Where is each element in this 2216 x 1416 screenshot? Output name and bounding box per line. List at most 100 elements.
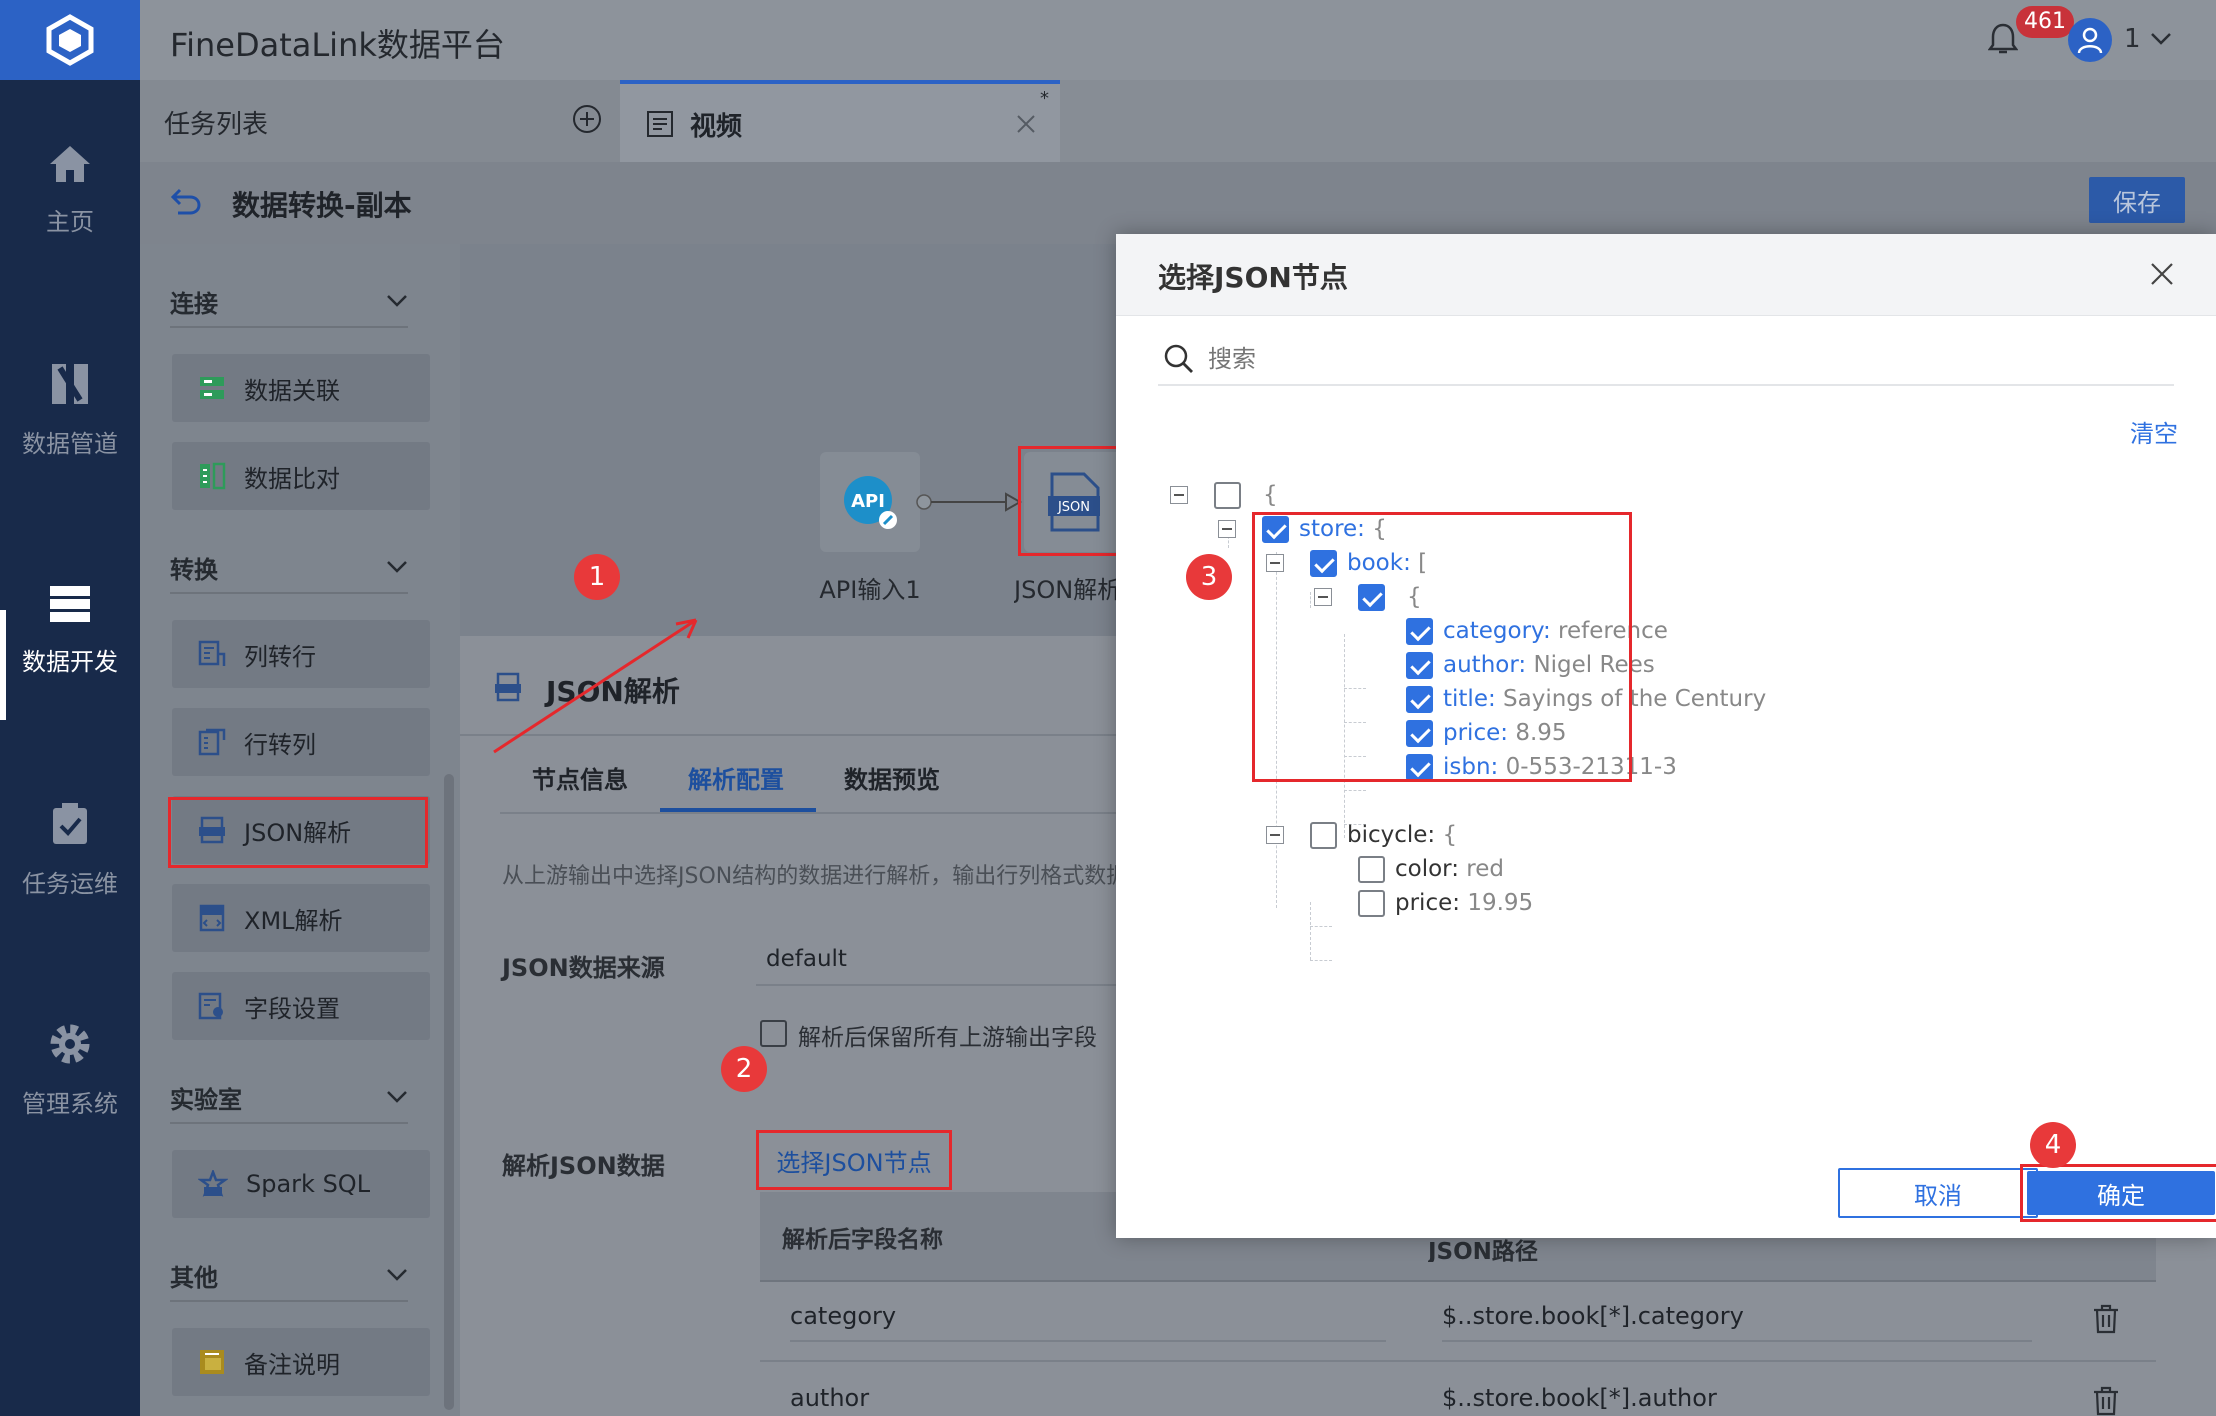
group-label: 实验室 <box>170 1085 242 1114</box>
save-button[interactable]: 保存 <box>2089 177 2185 223</box>
plus-circle-icon[interactable] <box>572 104 602 134</box>
logo[interactable] <box>0 0 140 80</box>
tree-node-field[interactable]: color: red <box>1358 852 1504 886</box>
clear-button[interactable]: 清空 <box>2130 414 2178 449</box>
node-bracket: { <box>1263 482 1278 508</box>
tree-node-field[interactable]: price: 19.95 <box>1358 886 1533 920</box>
spark-sql-icon <box>198 1170 228 1197</box>
tab-task-list[interactable]: 任务列表 <box>140 80 620 162</box>
gear-icon <box>50 1024 90 1063</box>
table-cell-path[interactable]: $..store.book[*].author <box>1442 1384 1717 1412</box>
nav-admin[interactable]: 管理系统 <box>0 960 140 1180</box>
tab-node-info[interactable]: 节点信息 <box>532 760 628 795</box>
close-icon[interactable] <box>1016 114 1036 134</box>
column-header: 解析后字段名称 <box>782 1227 943 1253</box>
node-api-input[interactable]: API <box>820 452 920 552</box>
sidebar-scrollbar[interactable] <box>444 774 454 1410</box>
step-marker: 2 <box>721 1046 767 1092</box>
trash-icon[interactable] <box>2092 1304 2120 1334</box>
column-to-row-icon <box>198 640 226 666</box>
chevron-down-icon <box>387 295 407 307</box>
checkbox[interactable] <box>1310 821 1337 849</box>
table-cell-name[interactable]: category <box>790 1302 896 1330</box>
table-header-rest <box>1116 1238 2156 1280</box>
back-arrow-icon[interactable] <box>170 186 202 216</box>
nav-home[interactable]: 主页 <box>0 80 140 300</box>
sidebar-item-notes[interactable]: 备注说明 <box>172 1328 430 1396</box>
sidebar-item-label: Spark SQL <box>246 1170 371 1198</box>
highlight-confirm: 确定 <box>2020 1164 2216 1222</box>
node-value: 19.95 <box>1467 890 1534 916</box>
checkbox[interactable] <box>1214 481 1241 509</box>
group-lab[interactable]: 实验室 <box>170 1072 408 1124</box>
divider <box>500 812 1116 814</box>
highlight-selected-nodes <box>1252 512 1632 782</box>
group-connect[interactable]: 连接 <box>170 276 408 328</box>
sidebar-item-field-settings[interactable]: 字段设置 <box>172 972 430 1040</box>
highlight-json-parse <box>168 797 428 868</box>
sidebar-item-label: 数据关联 <box>244 376 340 405</box>
step-marker: 3 <box>1186 554 1232 600</box>
sidebar-item-label: 字段设置 <box>244 994 340 1023</box>
tree-node-root[interactable]: { <box>1214 478 1278 512</box>
select-json-node-link[interactable]: 选择JSON节点 <box>756 1130 952 1190</box>
app-title: FineDataLink数据平台 <box>170 26 505 64</box>
sidebar-item-data-compare[interactable]: 数据比对 <box>172 442 430 510</box>
note-icon <box>200 1350 224 1374</box>
tab-video[interactable]: 视频 * <box>620 80 1060 162</box>
table-continuation: JSON路径 $..store.book[*].category $..stor… <box>1116 1238 2216 1416</box>
trash-icon[interactable] <box>2092 1386 2120 1416</box>
sidebar-item-spark-sql[interactable]: Spark SQL <box>172 1150 430 1218</box>
tab-parse-config[interactable]: 解析配置 <box>688 760 784 795</box>
chevron-down-icon[interactable] <box>2150 32 2172 46</box>
search-input[interactable] <box>1208 338 2108 380</box>
collapse-toggle[interactable] <box>1266 826 1284 844</box>
nav-task-ops[interactable]: 任务运维 <box>0 740 140 960</box>
group-transform[interactable]: 转换 <box>170 542 408 594</box>
group-other[interactable]: 其他 <box>170 1250 408 1302</box>
logo-icon <box>46 14 94 66</box>
checkbox[interactable] <box>1358 855 1385 883</box>
tree-node-bicycle[interactable]: bicycle: { <box>1310 818 1457 852</box>
collapse-toggle[interactable] <box>1170 486 1188 504</box>
source-select[interactable]: default <box>756 940 1116 986</box>
database-icon <box>50 585 90 622</box>
search-underline <box>1158 384 2174 386</box>
notification-badge: 461 <box>2016 6 2074 38</box>
node-key: color: <box>1395 856 1459 882</box>
sidebar-item-label: XML解析 <box>244 906 343 935</box>
search-icon <box>1164 344 1193 373</box>
table-cell-name[interactable]: author <box>790 1384 869 1412</box>
close-icon[interactable] <box>2150 262 2174 286</box>
sidebar-item-data-join[interactable]: 数据关联 <box>172 354 430 422</box>
nav-data-development[interactable]: 数据开发 <box>0 520 140 740</box>
checkbox[interactable] <box>1358 889 1385 917</box>
table-cell-path[interactable]: $..store.book[*].category <box>1442 1302 1744 1330</box>
nav-data-pipeline[interactable]: 数据管道 <box>0 300 140 520</box>
tab-data-preview[interactable]: 数据预览 <box>844 760 940 795</box>
nav-label: 数据开发 <box>22 647 118 676</box>
node-key: bicycle: <box>1347 822 1436 848</box>
divider <box>1116 1360 2156 1362</box>
flow-canvas[interactable]: API JSON API输入1 JSON解析 <box>460 244 1124 636</box>
sidebar-item-label: 数据比对 <box>244 464 340 493</box>
divider <box>790 1340 1116 1342</box>
node-key: price: <box>1395 890 1460 916</box>
sidebar-item-xml-parse[interactable]: XML解析 <box>172 884 430 952</box>
clipboard-check-icon <box>53 802 87 844</box>
avatar[interactable] <box>2068 18 2112 62</box>
step-marker: 4 <box>2030 1122 2076 1168</box>
bell-icon[interactable] <box>1988 22 2018 56</box>
collapse-toggle[interactable] <box>1218 520 1236 538</box>
sidebar-item-row-to-column[interactable]: 行转列 <box>172 708 430 776</box>
row-to-column-icon <box>198 728 226 756</box>
sidebar-item-column-to-row[interactable]: 列转行 <box>172 620 430 688</box>
connector-edge <box>916 492 1023 512</box>
dialog-title: 选择JSON节点 <box>1158 261 1348 294</box>
divider <box>1442 1340 2032 1342</box>
keep-fields-checkbox[interactable] <box>760 1020 787 1047</box>
user-icon <box>2077 27 2103 54</box>
api-icon: API <box>844 476 897 529</box>
cancel-button[interactable]: 取消 <box>1838 1168 2038 1218</box>
confirm-button[interactable]: 确定 <box>2027 1171 2215 1215</box>
